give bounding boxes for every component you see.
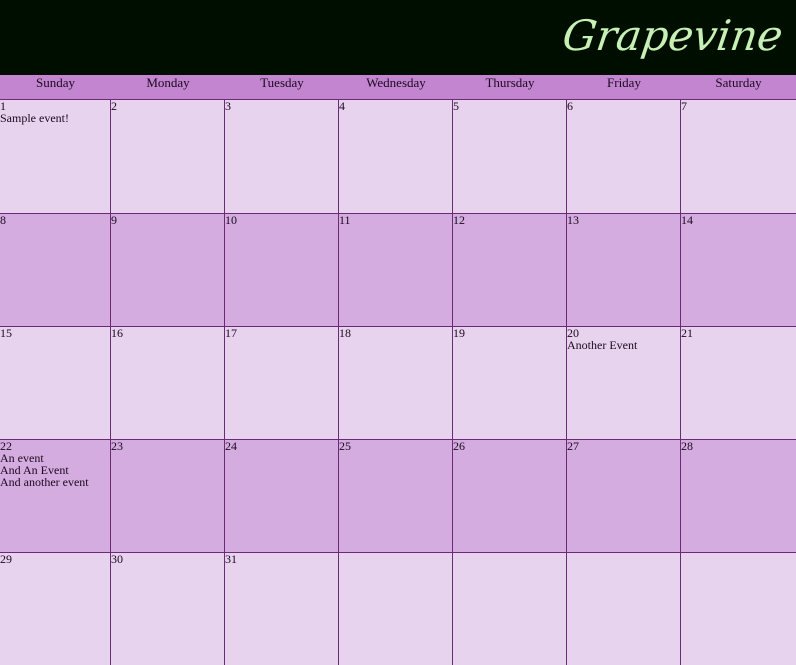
day-cell[interactable]	[453, 552, 567, 665]
app-logo[interactable]: Grapevine	[558, 4, 786, 68]
day-number: 21	[681, 326, 693, 340]
day-header-tuesday: Tuesday	[260, 75, 304, 90]
day-cell[interactable]: 22 An event And An Event And another event	[0, 439, 111, 552]
day-number: 6	[567, 100, 573, 113]
event-link[interactable]: Another Event	[567, 339, 680, 351]
calendar-grid: 1 Sample event! 2 3 4 5 6 7 8 9 10 11 12 13 14 15 16 17 18…	[0, 100, 796, 665]
day-cell[interactable]: 17	[225, 326, 339, 439]
day-cell[interactable]: 1 Sample event!	[0, 100, 111, 213]
day-number: 16	[111, 326, 123, 340]
day-cell[interactable]: 23	[111, 439, 225, 552]
day-number: 11	[339, 213, 351, 227]
day-cell[interactable]: 3	[225, 100, 339, 213]
day-number: 4	[339, 100, 345, 113]
day-number: 19	[453, 326, 465, 340]
day-number: 5	[453, 100, 459, 113]
day-cell[interactable]: 6	[567, 100, 681, 213]
day-number: 31	[225, 552, 237, 566]
day-cell[interactable]: 7	[681, 100, 796, 213]
day-cell[interactable]: 14	[681, 213, 796, 326]
day-number: 12	[453, 213, 465, 227]
calendar-week-row: 22 An event And An Event And another event 2…	[0, 439, 796, 552]
day-number: 26	[453, 439, 465, 453]
day-number: 13	[567, 213, 579, 227]
day-cell[interactable]: 15	[0, 326, 111, 439]
day-cell[interactable]: 31	[225, 552, 339, 665]
day-cell[interactable]: 19	[453, 326, 567, 439]
day-number: 14	[681, 213, 693, 227]
day-cell[interactable]: 10	[225, 213, 339, 326]
day-header-saturday: Saturday	[715, 75, 762, 90]
day-cell[interactable]	[339, 552, 453, 665]
day-cell[interactable]: 18	[339, 326, 453, 439]
day-number: 15	[0, 326, 12, 340]
day-number: 10	[225, 213, 237, 227]
calendar-week-row: 29 30 31	[0, 552, 796, 665]
day-header-thursday: Thursday	[485, 75, 535, 90]
day-cell[interactable]: 25	[339, 439, 453, 552]
day-cell[interactable]: 29	[0, 552, 111, 665]
day-cell[interactable]: 13	[567, 213, 681, 326]
day-cell[interactable]: 12	[453, 213, 567, 326]
day-cell[interactable]: 20 Another Event	[567, 326, 681, 439]
day-number: 9	[111, 213, 117, 227]
day-number: 7	[681, 100, 687, 113]
day-number: 17	[225, 326, 237, 340]
day-number: 24	[225, 439, 237, 453]
day-cell[interactable]: 5	[453, 100, 567, 213]
day-header-monday: Monday	[146, 75, 190, 90]
day-cell[interactable]: 24	[225, 439, 339, 552]
day-number: 30	[111, 552, 123, 566]
day-number: 23	[111, 439, 123, 453]
day-cell[interactable]: 28	[681, 439, 796, 552]
calendar-week-row: 1 Sample event! 2 3 4 5 6 7	[0, 100, 796, 213]
day-number: 18	[339, 326, 351, 340]
day-cell[interactable]: 11	[339, 213, 453, 326]
day-cell[interactable]: 16	[111, 326, 225, 439]
day-cell[interactable]: 4	[339, 100, 453, 213]
day-number: 29	[0, 552, 12, 566]
day-cell[interactable]	[567, 552, 681, 665]
event-link[interactable]: Sample event!	[0, 112, 110, 124]
day-header-wednesday: Wednesday	[366, 75, 426, 90]
day-number: 3	[225, 100, 231, 113]
day-header-sunday: Sunday	[36, 75, 75, 90]
day-cell[interactable]: 2	[111, 100, 225, 213]
day-cell[interactable]: 30	[111, 552, 225, 665]
calendar-week-row: 8 9 10 11 12 13 14	[0, 213, 796, 326]
day-number: 2	[111, 100, 117, 113]
day-number: 28	[681, 439, 693, 453]
calendar-week-row: 15 16 17 18 19 20 Another Event 21	[0, 326, 796, 439]
day-cell[interactable]: 26	[453, 439, 567, 552]
day-of-week-header: Sunday Monday Tuesday Wednesday Thursday…	[0, 75, 796, 101]
day-cell[interactable]: 9	[111, 213, 225, 326]
event-link[interactable]: And another event	[0, 476, 110, 488]
day-header-friday: Friday	[607, 75, 641, 90]
day-number: 8	[0, 213, 6, 227]
day-cell[interactable]: 27	[567, 439, 681, 552]
day-number: 27	[567, 439, 579, 453]
day-cell[interactable]: 8	[0, 213, 111, 326]
app-header: Grapevine	[0, 0, 796, 76]
day-number: 25	[339, 439, 351, 453]
day-cell[interactable]	[681, 552, 796, 665]
day-cell[interactable]: 21	[681, 326, 796, 439]
